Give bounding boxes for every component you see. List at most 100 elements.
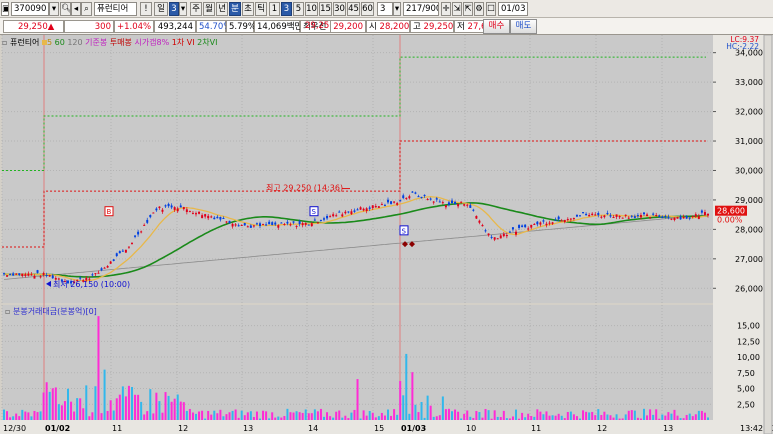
candle-body <box>618 215 621 218</box>
candle-body <box>390 201 393 204</box>
candle-body <box>161 209 164 212</box>
position-field[interactable]: 217/900 <box>403 2 439 16</box>
buy-button[interactable]: 매수 <box>483 19 510 34</box>
magnify-icon[interactable]: ⌕ <box>81 2 92 16</box>
trade-amount: 14,069백만 <box>254 20 302 33</box>
volume-bar <box>563 418 566 420</box>
date-label: 11 <box>531 424 541 433</box>
candle-body <box>615 214 618 217</box>
candle-body <box>18 273 21 275</box>
candle-body <box>469 205 472 208</box>
minute-15-button[interactable]: 15 <box>319 2 332 16</box>
minute-1-button[interactable]: 1 <box>269 2 280 16</box>
volume-bar <box>649 409 652 420</box>
candle-body <box>399 200 402 202</box>
volume-bar <box>219 409 222 420</box>
crosshair-icon[interactable]: ✛ <box>441 2 451 16</box>
settings-icon[interactable]: ⚙ <box>474 2 484 16</box>
candle-body <box>508 231 511 233</box>
sell-button[interactable]: 매도 <box>510 19 537 34</box>
search-icon[interactable]: 🔍︎ <box>60 2 71 16</box>
candle-body <box>432 201 435 203</box>
volume-collapse-icon[interactable]: ▫ <box>5 307 10 316</box>
period-year-button[interactable]: 년 <box>216 2 228 16</box>
zoom-in-icon[interactable]: ⇱ <box>463 2 473 16</box>
dropdown-icon[interactable]: ▾ <box>49 2 59 16</box>
volume-bar <box>469 416 472 420</box>
period-dropdown-icon[interactable]: ▾ <box>179 2 187 16</box>
volume-bar <box>304 409 307 420</box>
period-tick-button[interactable]: 틱 <box>255 2 267 16</box>
candle-body <box>228 220 231 224</box>
stock-name-field[interactable]: 퓨런티어 <box>94 2 137 16</box>
volume-bar <box>54 387 57 420</box>
volume-bar <box>393 409 396 420</box>
code-input[interactable]: 370090 <box>11 2 49 16</box>
alert-button[interactable]: ! <box>140 2 152 16</box>
volume-bar <box>402 395 405 420</box>
period-month-button[interactable]: 월 <box>203 2 215 16</box>
volume-bar <box>274 417 277 420</box>
volume-bar <box>594 415 597 420</box>
candle-body <box>307 224 310 226</box>
candle-body <box>612 217 615 219</box>
zoom-out-icon[interactable]: ⇲ <box>452 2 462 16</box>
volume-bar <box>697 410 700 420</box>
period-minute-button[interactable]: 분 <box>229 2 241 16</box>
candle-body <box>323 218 325 220</box>
minute-10-button[interactable]: 10 <box>305 2 318 16</box>
period-second-button[interactable]: 초 <box>242 2 254 16</box>
minute-45-button[interactable]: 45 <box>347 2 360 16</box>
minute-30-button[interactable]: 30 <box>333 2 346 16</box>
link-icon[interactable]: ▣ <box>1 2 9 16</box>
candle-body <box>271 222 274 226</box>
period-week-button[interactable]: 주 <box>190 2 202 16</box>
prev-icon[interactable]: ◂ <box>71 2 81 16</box>
candle-body <box>585 213 588 216</box>
price-tick-label: 32,000 <box>735 108 763 117</box>
candle-body <box>243 223 246 226</box>
volume-bar <box>259 418 261 420</box>
price-tick-label: 26,000 <box>735 284 763 293</box>
minute-60-button[interactable]: 60 <box>361 2 374 16</box>
date-input[interactable]: 01/03 <box>498 2 528 16</box>
volume-bar <box>554 415 557 420</box>
price-volume-chart[interactable]: 34,00033,00032,00031,00030,00029,00028,0… <box>0 35 773 434</box>
minute-3-button[interactable]: 3 <box>281 2 292 16</box>
volume-bar <box>530 416 533 420</box>
volume-bar <box>310 413 313 420</box>
minute-5-button[interactable]: 5 <box>293 2 304 16</box>
volume-bar <box>664 415 667 420</box>
candle-body <box>548 222 551 224</box>
price-change-pct: +1.04% <box>114 20 154 33</box>
candle-body <box>362 208 365 211</box>
volume-bar <box>326 412 329 420</box>
candle-body <box>423 194 426 196</box>
candle-body <box>490 236 493 238</box>
candle-body <box>191 212 194 214</box>
candle-body <box>286 221 289 224</box>
candle-body <box>646 214 649 217</box>
legend-collapse-icon[interactable]: ▫ <box>2 38 7 47</box>
volume-bar <box>624 414 627 420</box>
count-dropdown-icon[interactable]: ▾ <box>393 2 401 16</box>
price-value: 29,250 <box>18 22 48 32</box>
count-input[interactable]: 3 <box>377 2 393 16</box>
period-unit-button[interactable]: 일 <box>154 2 168 16</box>
period-value[interactable]: 3 <box>169 2 179 16</box>
chart-area[interactable]: 34,000 33,000 32,000 31,000 30,000 29,000 28,0… <box>0 35 773 434</box>
volume-bar <box>149 389 152 420</box>
candle-body <box>603 215 606 218</box>
volume-bar <box>70 401 73 420</box>
candle-body <box>356 209 359 211</box>
volume-bar <box>502 410 505 420</box>
volume-bar <box>533 416 536 420</box>
volume-bar <box>411 372 414 420</box>
volume-bar <box>390 415 393 420</box>
volume-bar <box>76 398 79 420</box>
volume-bar <box>85 385 88 420</box>
candle-body <box>478 220 481 223</box>
calendar-checkbox[interactable]: ☐ <box>486 2 496 16</box>
volume-bar <box>164 392 167 420</box>
candle-body <box>429 198 432 200</box>
